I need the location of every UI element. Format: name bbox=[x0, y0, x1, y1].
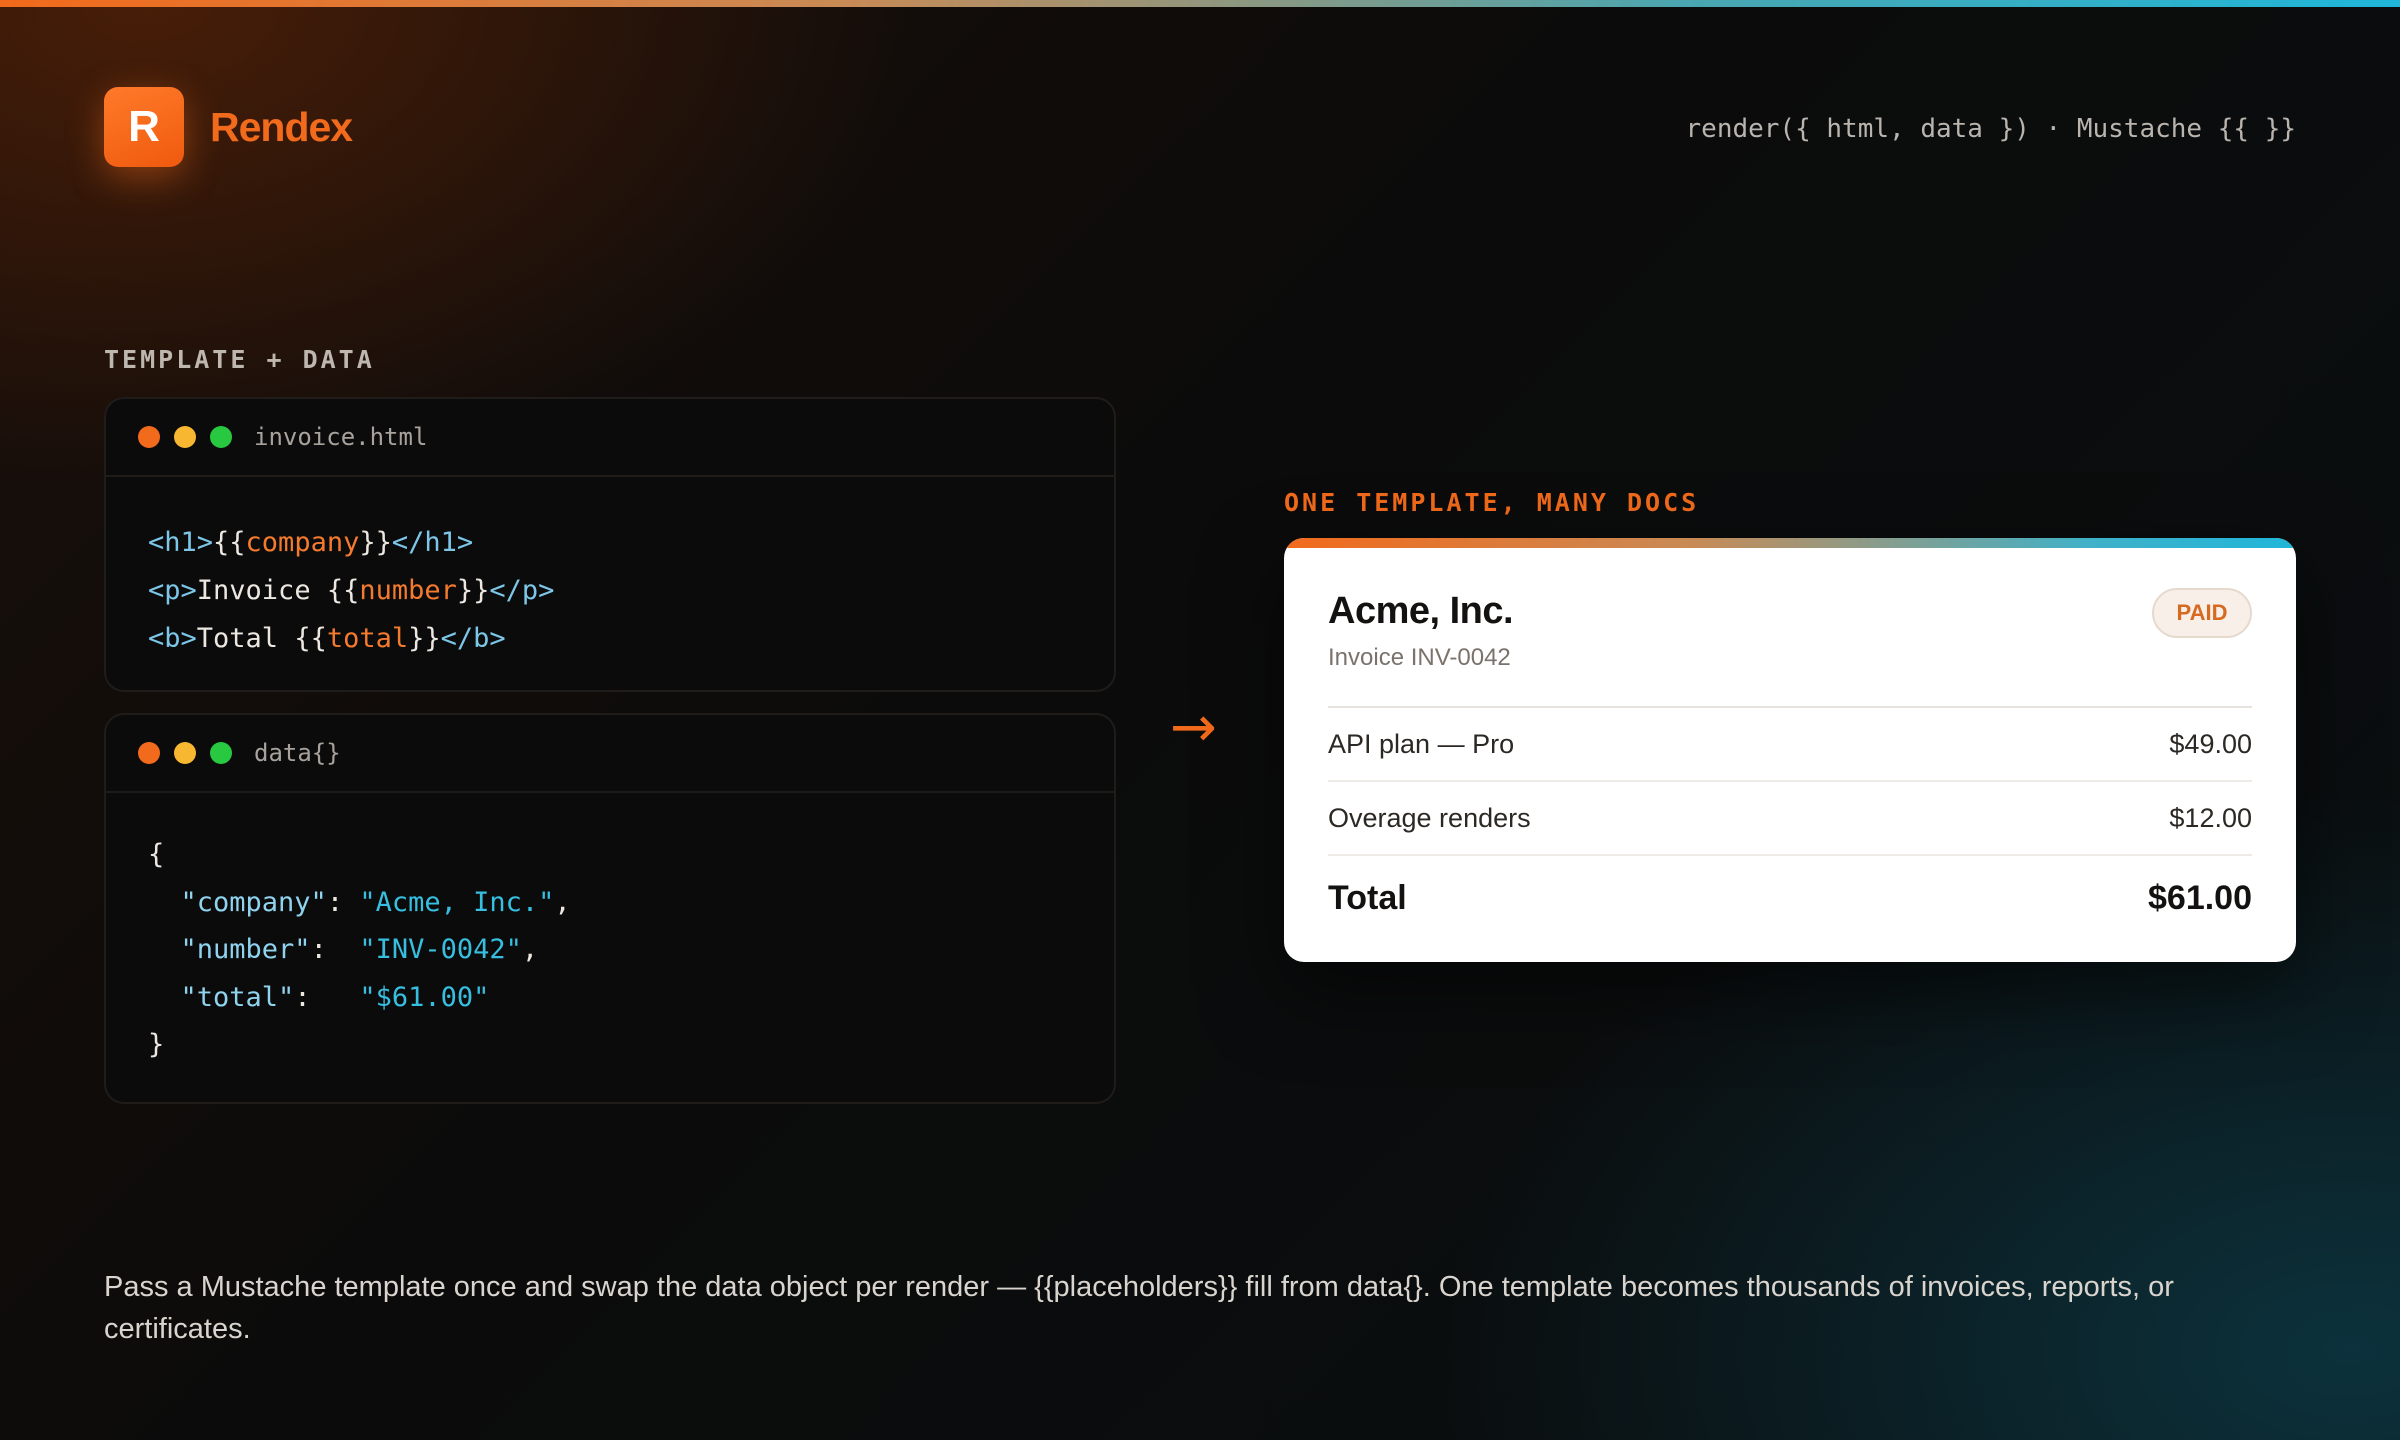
code-line: <b>Total {{total}}</b> bbox=[148, 615, 1114, 663]
line-item-row: API plan — Pro $49.00 bbox=[1328, 706, 2252, 780]
code-text: }} bbox=[359, 527, 392, 558]
code-text: }} bbox=[456, 575, 490, 606]
data-filename: data{} bbox=[254, 739, 341, 767]
code-text: {{ bbox=[213, 527, 246, 558]
json-key: "number" bbox=[180, 934, 311, 965]
line-item-row: Overage renders $12.00 bbox=[1328, 780, 2252, 854]
json-comma: , bbox=[554, 886, 571, 918]
code-tag: </h1> bbox=[391, 527, 474, 558]
header-tagline: render({ html, data }) · Mustache {{ }} bbox=[1685, 114, 2296, 144]
code-placeholder: number bbox=[359, 575, 457, 606]
json-key: "company" bbox=[180, 886, 327, 918]
json-key: "total" bbox=[180, 981, 295, 1013]
code-text: Total {{ bbox=[196, 623, 327, 654]
code-placeholder: company bbox=[245, 527, 360, 558]
brand-name: Rendex bbox=[210, 104, 353, 150]
json-value: "$61.00" bbox=[359, 981, 490, 1013]
line-item-amount: $49.00 bbox=[2169, 728, 2252, 759]
json-separator: : bbox=[310, 934, 360, 965]
code-tag: <b> bbox=[148, 623, 197, 654]
template-filename: invoice.html bbox=[254, 423, 428, 451]
minimize-dot-icon bbox=[174, 426, 196, 448]
rendered-invoice-card: Acme, Inc. Invoice INV-0042 PAID API pla… bbox=[1284, 538, 2296, 962]
top-gradient-bar bbox=[0, 0, 2400, 7]
line-item-amount: $12.00 bbox=[2169, 802, 2252, 833]
json-entry: "number": "INV-0042", bbox=[148, 926, 1114, 974]
logo-icon: R bbox=[104, 87, 184, 167]
total-amount: $61.00 bbox=[2148, 878, 2252, 917]
code-open-brace: { bbox=[148, 839, 165, 870]
line-item-label: Overage renders bbox=[1328, 802, 1531, 833]
template-data-label: TEMPLATE + DATA bbox=[104, 345, 375, 374]
invoice-company: Acme, Inc. bbox=[1328, 590, 1514, 632]
many-docs-label: ONE TEMPLATE, MANY DOCS bbox=[1284, 488, 1700, 517]
code-text: Invoice {{ bbox=[196, 575, 360, 606]
code-tag: <h1> bbox=[148, 527, 214, 558]
json-value: "Acme, Inc." bbox=[359, 886, 555, 918]
logo-letter: R bbox=[128, 102, 160, 151]
invoice-gradient-bar bbox=[1284, 538, 2296, 548]
json-entry: "total": "$61.00" bbox=[148, 974, 1114, 1022]
status-badge: PAID bbox=[2152, 588, 2252, 638]
invoice-number: Invoice INV-0042 bbox=[1328, 644, 1511, 671]
code-text: }} bbox=[408, 623, 441, 654]
json-comma: , bbox=[521, 934, 539, 965]
code-line: <h1>{{company}}</h1> bbox=[148, 519, 1114, 567]
description-caption: Pass a Mustache template once and swap t… bbox=[104, 1271, 2174, 1345]
total-label: Total bbox=[1328, 878, 1407, 917]
code-line: <p>Invoice {{number}}</p> bbox=[148, 567, 1114, 615]
right-arrow-icon: → bbox=[1170, 695, 1217, 760]
total-row: Total $61.00 bbox=[1328, 854, 2252, 940]
code-close-brace: } bbox=[148, 1029, 165, 1060]
template-code-card: invoice.html <h1>{{company}}</h1> <p>Inv… bbox=[104, 397, 1116, 692]
code-tag: </p> bbox=[489, 575, 555, 606]
minimize-dot-icon bbox=[174, 742, 196, 764]
json-value: "INV-0042" bbox=[359, 934, 522, 965]
close-dot-icon bbox=[138, 742, 160, 764]
code-tag: <p> bbox=[148, 575, 197, 606]
code-tag: </b> bbox=[440, 623, 506, 654]
maximize-dot-icon bbox=[210, 742, 232, 764]
code-placeholder: total bbox=[326, 623, 409, 654]
json-entry: "company": "Acme, Inc.", bbox=[148, 879, 1114, 927]
template-card-header: invoice.html bbox=[106, 399, 1114, 477]
json-separator: : bbox=[294, 981, 360, 1013]
template-code: <h1>{{company}}</h1> <p>Invoice {{number… bbox=[106, 477, 1114, 663]
close-dot-icon bbox=[138, 426, 160, 448]
json-separator: : bbox=[326, 886, 360, 918]
maximize-dot-icon bbox=[210, 426, 232, 448]
data-code: { "company": "Acme, Inc.", "number": "IN… bbox=[106, 793, 1114, 1069]
data-code-card: data{} { "company": "Acme, Inc.", "numbe… bbox=[104, 713, 1116, 1104]
data-card-header: data{} bbox=[106, 715, 1114, 793]
line-item-label: API plan — Pro bbox=[1328, 728, 1515, 759]
